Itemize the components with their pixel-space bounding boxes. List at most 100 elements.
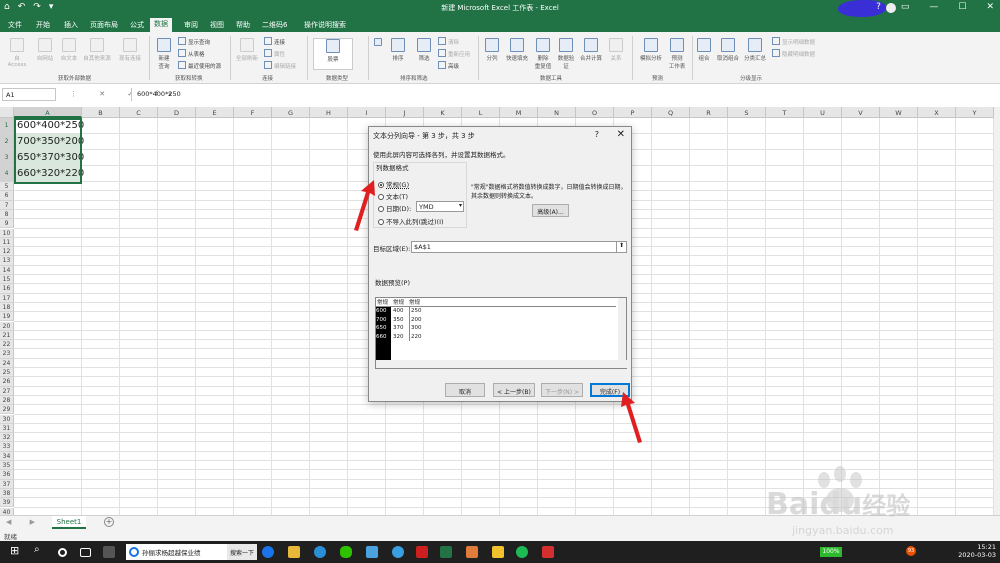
column-header[interactable]: A bbox=[14, 107, 82, 118]
search-icon[interactable]: ⌕ bbox=[34, 544, 46, 556]
radio-skip[interactable]: 不导入此列(跳过)(I) bbox=[378, 216, 444, 226]
column-header[interactable]: D bbox=[158, 107, 196, 118]
row-header[interactable]: 21 bbox=[0, 330, 14, 341]
close-icon[interactable]: ✕ bbox=[986, 2, 994, 12]
formula-input[interactable]: 600*400*250 bbox=[131, 88, 1000, 101]
dialog-close-icon[interactable]: ✕ bbox=[617, 129, 625, 140]
column-header[interactable]: C bbox=[120, 107, 158, 118]
stocks-datatype-button[interactable]: 股票 bbox=[313, 38, 353, 70]
column-header[interactable]: E bbox=[196, 107, 234, 118]
connections-button[interactable]: 连接 bbox=[264, 37, 285, 46]
row-header[interactable]: 5 bbox=[0, 182, 14, 192]
tab-home[interactable]: 开始 bbox=[32, 19, 54, 31]
tab-formulas[interactable]: 公式 bbox=[126, 19, 148, 31]
clear-button[interactable]: 清除 bbox=[438, 37, 459, 46]
consolidate-button[interactable]: 合并计算 bbox=[578, 38, 604, 62]
tab-qrcode[interactable]: 二维码6 bbox=[258, 19, 291, 31]
app-blue-icon[interactable] bbox=[392, 546, 404, 558]
row-header[interactable]: 16 bbox=[0, 284, 14, 294]
app-orange-icon[interactable] bbox=[466, 546, 478, 558]
column-header[interactable]: G bbox=[272, 107, 310, 118]
advanced-button[interactable]: 高级(A)... bbox=[532, 204, 569, 217]
sheet-nav-arrows[interactable]: ◀ ▶ bbox=[6, 518, 43, 526]
column-header[interactable]: K bbox=[424, 107, 462, 118]
row-header[interactable]: 31 bbox=[0, 423, 14, 434]
column-header[interactable]: Q bbox=[652, 107, 690, 118]
row-header[interactable]: 32 bbox=[0, 433, 14, 443]
column-header[interactable]: X bbox=[918, 107, 956, 118]
hide-detail-button[interactable]: 隐藏明细数据 bbox=[772, 49, 815, 58]
collapse-dialog-icon[interactable]: ⬆ bbox=[616, 242, 626, 252]
app-green-icon[interactable] bbox=[516, 546, 528, 558]
cortana-icon[interactable] bbox=[58, 548, 67, 557]
row-header[interactable]: 9 bbox=[0, 219, 14, 229]
text-to-columns-button[interactable]: 分列 bbox=[482, 38, 502, 62]
row-header[interactable]: 4 bbox=[0, 166, 14, 182]
row-header[interactable]: 23 bbox=[0, 349, 14, 359]
row-header[interactable]: 12 bbox=[0, 247, 14, 257]
row-header[interactable]: 38 bbox=[0, 488, 14, 499]
tab-data[interactable]: 数据 bbox=[150, 18, 172, 32]
minimize-icon[interactable]: — bbox=[929, 2, 938, 12]
pdf-reader-icon[interactable] bbox=[416, 546, 428, 558]
add-sheet-icon[interactable]: + bbox=[104, 517, 114, 527]
column-header[interactable]: N bbox=[538, 107, 576, 118]
preview-column-1[interactable]: 600 700 650 660 bbox=[376, 307, 391, 362]
from-table-button[interactable]: 从表格 bbox=[178, 49, 205, 58]
row-header[interactable]: 19 bbox=[0, 312, 14, 322]
tab-review[interactable]: 审阅 bbox=[180, 19, 202, 31]
row-header[interactable]: 3 bbox=[0, 150, 14, 166]
mail-icon[interactable] bbox=[366, 546, 378, 558]
row-header[interactable]: 13 bbox=[0, 256, 14, 266]
tab-page-layout[interactable]: 页面布局 bbox=[86, 19, 122, 31]
folder-icon[interactable] bbox=[492, 546, 504, 558]
ungroup-button[interactable]: 取消组合 bbox=[714, 38, 742, 62]
group-button[interactable]: 组合 bbox=[696, 38, 712, 62]
row-header[interactable]: 36 bbox=[0, 470, 14, 480]
column-header[interactable]: Y bbox=[956, 107, 994, 118]
recent-sources-button[interactable]: 最近使用的源 bbox=[178, 61, 221, 70]
row-header[interactable]: 40 bbox=[0, 507, 14, 515]
new-query-button[interactable]: 新建 查询 bbox=[153, 38, 175, 70]
row-header[interactable]: 22 bbox=[0, 340, 14, 350]
preview-vertical-scrollbar[interactable] bbox=[618, 298, 626, 362]
browser-icon[interactable] bbox=[314, 546, 326, 558]
name-box[interactable]: A1 bbox=[2, 88, 56, 101]
row-header[interactable]: 30 bbox=[0, 414, 14, 424]
advanced-filter-button[interactable]: 高级 bbox=[438, 61, 459, 70]
row-header[interactable]: 7 bbox=[0, 200, 14, 210]
preview-column-2[interactable]: 400 350 370 320 bbox=[393, 307, 408, 341]
acrobat-icon[interactable] bbox=[542, 546, 554, 558]
row-header[interactable]: 10 bbox=[0, 228, 14, 238]
subtotal-button[interactable]: 分类汇总 bbox=[742, 38, 768, 62]
row-header[interactable]: 8 bbox=[0, 209, 14, 220]
column-header[interactable]: S bbox=[728, 107, 766, 118]
column-header[interactable]: V bbox=[842, 107, 880, 118]
next-button[interactable]: 下一步(N) > bbox=[541, 383, 583, 397]
row-header[interactable]: 20 bbox=[0, 321, 14, 331]
flash-fill-button[interactable]: 快速填充 bbox=[504, 38, 530, 62]
properties-button[interactable]: 属性 bbox=[264, 49, 285, 58]
tab-view[interactable]: 视图 bbox=[206, 19, 228, 31]
filter-button[interactable]: 筛选 bbox=[414, 38, 434, 62]
column-header[interactable]: O bbox=[576, 107, 614, 118]
cancel-button[interactable]: 取消 bbox=[445, 383, 485, 397]
row-header[interactable]: 1 bbox=[0, 118, 14, 134]
radio-text[interactable]: 文本(T) bbox=[378, 191, 408, 201]
app-icon[interactable] bbox=[103, 546, 115, 558]
from-web-button[interactable]: 自网站 bbox=[34, 38, 56, 62]
maximize-icon[interactable]: ☐ bbox=[958, 2, 966, 12]
row-header[interactable]: 33 bbox=[0, 442, 14, 452]
sort-asc-icon[interactable] bbox=[372, 38, 384, 48]
row-header[interactable]: 14 bbox=[0, 265, 14, 275]
tab-insert[interactable]: 插入 bbox=[60, 19, 82, 31]
data-preview[interactable]: 常规 常规 常规 600 700 650 660 400 350 370 320 250 20… bbox=[375, 297, 628, 369]
sheet-tab-sheet1[interactable]: Sheet1 bbox=[52, 516, 86, 529]
row-header[interactable]: 18 bbox=[0, 302, 14, 313]
radio-date[interactable]: 日期(D): bbox=[378, 203, 411, 213]
explorer-icon[interactable] bbox=[288, 546, 300, 558]
taskbar-search-button[interactable]: 搜索一下 bbox=[227, 544, 257, 560]
relationships-button[interactable]: 关系 bbox=[606, 38, 626, 62]
sort-button[interactable]: 排序 bbox=[388, 38, 408, 62]
vertical-scrollbar[interactable] bbox=[994, 107, 1000, 515]
